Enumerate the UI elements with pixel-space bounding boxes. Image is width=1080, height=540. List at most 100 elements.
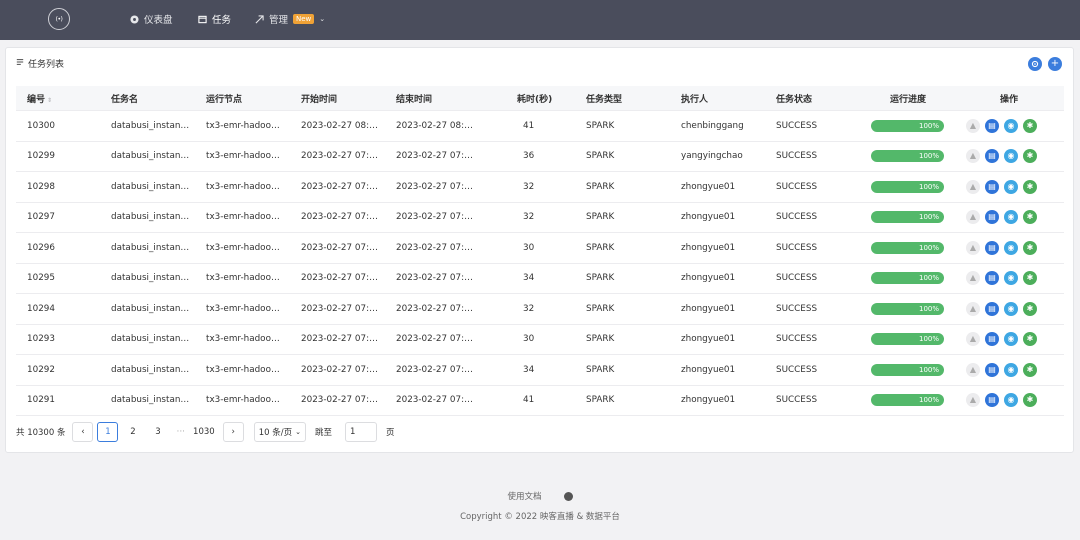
page-button-2[interactable]: 2 xyxy=(122,422,144,442)
view-icon[interactable]: ◉ xyxy=(1004,271,1018,286)
log-icon[interactable]: ▤ xyxy=(985,362,999,377)
cell-status: SUCCESS xyxy=(776,242,818,253)
cell-start: 2023-02-27 08:… xyxy=(301,120,378,131)
table-header: 编号 ⇕ 任务名 运行节点 开始时间 结束时间 耗时(秒) 任务类型 执行人 任务… xyxy=(16,86,1064,111)
stop-icon[interactable]: ▲ xyxy=(966,271,980,286)
progress-bar: 100% xyxy=(871,211,944,224)
cell-progress: 100% xyxy=(871,119,966,132)
log-icon[interactable]: ▤ xyxy=(985,210,999,225)
footer: 使用文档 Copyright © 2022 映客直播 & 数据平台 xyxy=(0,490,1080,522)
nav-item-manage[interactable]: 管理 New ⌄ xyxy=(255,12,325,26)
col-header-executor: 执行人 xyxy=(681,94,709,105)
rerun-icon[interactable]: ✱ xyxy=(1023,271,1037,286)
cell-status: SUCCESS xyxy=(776,181,818,192)
cell-start: 2023-02-27 07:… xyxy=(301,395,378,406)
cell-ops: ▲ ▤ ◉ ✱ xyxy=(966,362,1064,377)
cell-status: SUCCESS xyxy=(776,334,818,345)
rerun-icon[interactable]: ✱ xyxy=(1023,240,1037,255)
cell-status: SUCCESS xyxy=(776,395,818,406)
docs-link[interactable]: 使用文档 xyxy=(507,490,541,502)
table-row: 10298 databusi_instan… tx3-emr-hadoo… 2023-… xyxy=(16,172,1064,203)
view-icon[interactable]: ◉ xyxy=(1004,149,1018,164)
col-header-id[interactable]: 编号 ⇕ xyxy=(16,92,111,105)
stop-icon[interactable]: ▲ xyxy=(966,332,980,347)
view-icon[interactable]: ◉ xyxy=(1004,362,1018,377)
nav-item-dashboard[interactable]: 仪表盘 xyxy=(130,12,173,26)
log-icon[interactable]: ▤ xyxy=(985,240,999,255)
log-icon[interactable]: ▤ xyxy=(985,149,999,164)
rerun-icon[interactable]: ✱ xyxy=(1023,393,1037,408)
progress-bar: 100% xyxy=(871,333,944,346)
view-icon[interactable]: ◉ xyxy=(1004,332,1018,347)
stop-icon[interactable]: ▲ xyxy=(966,393,980,408)
view-icon[interactable]: ◉ xyxy=(1004,179,1018,194)
cell-ops: ▲ ▤ ◉ ✱ xyxy=(966,240,1064,255)
prev-page-button[interactable]: ‹ xyxy=(72,422,94,442)
view-icon[interactable]: ◉ xyxy=(1004,210,1018,225)
view-icon[interactable]: ◉ xyxy=(1004,393,1018,408)
cell-type: SPARK xyxy=(586,364,615,375)
stop-icon[interactable]: ▲ xyxy=(966,118,980,133)
rerun-icon[interactable]: ✱ xyxy=(1023,149,1037,164)
pagination-ellipsis[interactable]: ··· xyxy=(176,427,185,437)
stop-icon[interactable]: ▲ xyxy=(966,362,980,377)
jump-page-input[interactable]: 1 xyxy=(344,422,377,442)
chevron-down-icon: ⌄ xyxy=(319,15,326,23)
rerun-icon[interactable]: ✱ xyxy=(1023,301,1037,316)
log-icon[interactable]: ▤ xyxy=(985,179,999,194)
rerun-icon[interactable]: ✱ xyxy=(1023,210,1037,225)
page-button-3[interactable]: 3 xyxy=(147,422,169,442)
cell-name: databusi_instan… xyxy=(111,364,190,375)
github-icon[interactable] xyxy=(563,491,573,501)
view-icon[interactable]: ◉ xyxy=(1004,240,1018,255)
cell-type: SPARK xyxy=(586,273,615,284)
cell-node: tx3-emr-hadoo… xyxy=(206,334,280,345)
cell-duration: 41 xyxy=(523,395,535,406)
table-row: 10295 databusi_instan… tx3-emr-hadoo… 2023-… xyxy=(16,264,1064,294)
page-size-select[interactable]: 10 条/页 ⌄ xyxy=(253,422,306,442)
stop-icon[interactable]: ▲ xyxy=(966,149,980,164)
card-header: 任务列表 xyxy=(16,57,64,70)
add-icon[interactable]: + xyxy=(1048,57,1062,71)
stop-icon[interactable]: ▲ xyxy=(966,301,980,316)
cell-node: tx3-emr-hadoo… xyxy=(206,212,280,223)
progress-bar: 100% xyxy=(871,119,944,132)
cell-ops: ▲ ▤ ◉ ✱ xyxy=(966,149,1064,164)
progress-bar: 100% xyxy=(871,180,944,193)
log-icon[interactable]: ▤ xyxy=(985,332,999,347)
rerun-icon[interactable]: ✱ xyxy=(1023,118,1037,133)
log-icon[interactable]: ▤ xyxy=(985,393,999,408)
logo-icon[interactable]: (•) xyxy=(48,8,70,30)
cell-node: tx3-emr-hadoo… xyxy=(206,395,280,406)
log-icon[interactable]: ▤ xyxy=(985,301,999,316)
rerun-icon[interactable]: ✱ xyxy=(1023,179,1037,194)
list-icon xyxy=(16,58,24,69)
settings-icon[interactable] xyxy=(1028,57,1042,71)
view-icon[interactable]: ◉ xyxy=(1004,118,1018,133)
cell-node: tx3-emr-hadoo… xyxy=(206,364,280,375)
card-title: 任务列表 xyxy=(28,60,65,70)
cell-name: databusi_instan… xyxy=(111,212,190,223)
cell-node: tx3-emr-hadoo… xyxy=(206,242,280,253)
page-button-last[interactable]: 1030 xyxy=(189,422,219,442)
log-icon[interactable]: ▤ xyxy=(985,118,999,133)
nav-item-task[interactable]: 任务 xyxy=(198,12,231,26)
log-icon[interactable]: ▤ xyxy=(985,271,999,286)
chevron-down-icon: ⌄ xyxy=(295,428,301,436)
cell-type: SPARK xyxy=(586,151,615,162)
page-button-1[interactable]: 1 xyxy=(97,422,119,442)
stop-icon[interactable]: ▲ xyxy=(966,210,980,225)
rerun-icon[interactable]: ✱ xyxy=(1023,362,1037,377)
progress-bar: 100% xyxy=(871,272,944,285)
cell-id: 10294 xyxy=(27,303,55,314)
view-icon[interactable]: ◉ xyxy=(1004,301,1018,316)
rerun-icon[interactable]: ✱ xyxy=(1023,332,1037,347)
cell-name: databusi_instan… xyxy=(111,242,190,253)
cell-duration: 30 xyxy=(523,334,535,345)
table-row: 10300 databusi_instan… tx3-emr-hadoo… 2023-… xyxy=(16,111,1064,142)
next-page-button[interactable]: › xyxy=(222,422,244,442)
stop-icon[interactable]: ▲ xyxy=(966,179,980,194)
cell-end: 2023-02-27 08:… xyxy=(396,120,473,131)
stop-icon[interactable]: ▲ xyxy=(966,240,980,255)
sort-icon[interactable]: ⇕ xyxy=(47,97,52,104)
